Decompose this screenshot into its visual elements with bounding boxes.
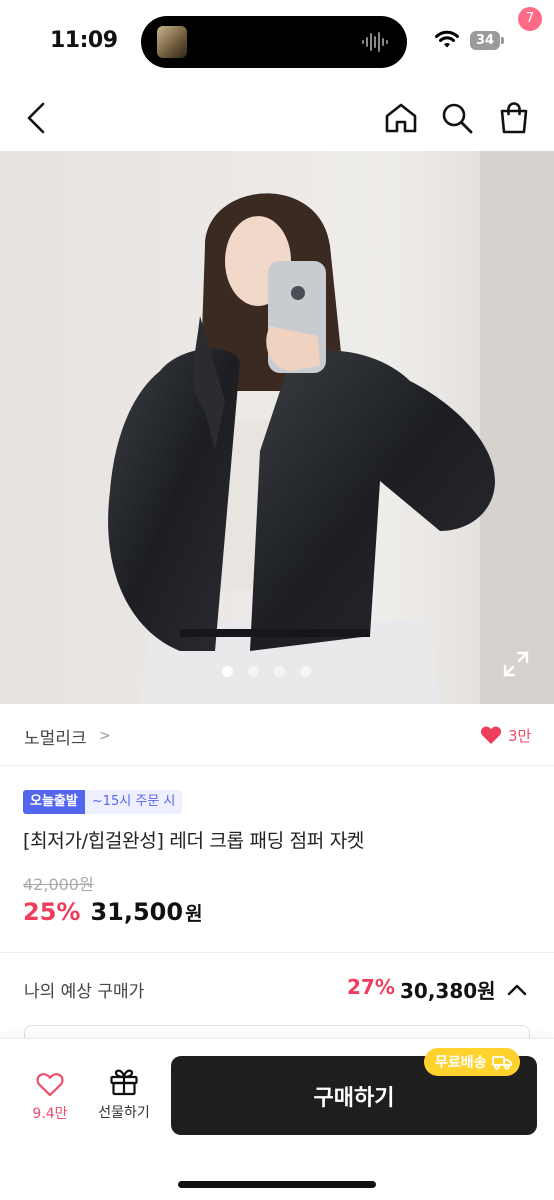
wishlist-count: 9.4만 (32, 1106, 68, 1122)
heart-filled-icon (480, 726, 502, 744)
audio-wave-icon (362, 32, 388, 52)
now-playing-thumbnail (157, 26, 187, 58)
price-row: 25% 31,500 원 (23, 898, 203, 930)
home-icon (385, 103, 417, 133)
product-title: [최저가/힙걸완성] 레더 크롭 패딩 점퍼 자켓 (23, 830, 365, 852)
expand-image-button[interactable] (500, 648, 532, 680)
product-photo (0, 151, 554, 704)
search-icon (442, 103, 473, 134)
truck-icon (491, 1056, 512, 1070)
sale-price: 31,500 (90, 898, 184, 926)
cart-button[interactable] (494, 96, 534, 140)
today-shipping-badge: 오늘출발 (23, 790, 85, 814)
brand-like-count: 3만 (508, 726, 532, 745)
gallery-dot[interactable] (248, 666, 259, 677)
expand-icon (503, 651, 529, 677)
status-time: 11:09 (50, 28, 118, 53)
product-image[interactable] (0, 151, 554, 704)
search-button[interactable] (437, 96, 477, 140)
battery-level: 34 (475, 33, 495, 48)
shopping-bag-icon (500, 102, 528, 134)
discount-rate: 25% (23, 898, 81, 926)
home-indicator (178, 1181, 376, 1188)
delivery-tags: 오늘출발 ~15시 주문 시 (23, 790, 183, 814)
gallery-pagination (222, 666, 312, 678)
currency-unit: 원 (185, 903, 203, 925)
expected-discount-rate: 27% (347, 975, 395, 999)
top-nav (0, 88, 554, 148)
dynamic-island (141, 16, 407, 68)
brand-row: 노멀리크 > 3만 (0, 704, 554, 766)
expected-price: 30,380원 (400, 979, 496, 1003)
gallery-dot[interactable] (300, 666, 311, 677)
original-price: 42,000원 (23, 875, 94, 894)
gift-icon (110, 1069, 138, 1096)
cart-count-badge: 7 (518, 7, 542, 31)
chevron-left-icon (27, 102, 45, 134)
wifi-icon (435, 30, 459, 48)
chevron-right-icon: > (99, 728, 111, 744)
gallery-dot[interactable] (222, 666, 233, 677)
gallery-dot[interactable] (274, 666, 285, 677)
chevron-up-icon[interactable] (504, 977, 530, 1003)
free-shipping-label: 무료배송 (435, 1055, 487, 1071)
status-bar: 11:09 34 (0, 0, 554, 80)
gift-button[interactable]: 선물하기 (90, 1068, 158, 1128)
heart-outline-icon (36, 1073, 64, 1097)
home-button[interactable] (381, 96, 421, 140)
expected-price-label: 나의 예상 구매가 (24, 982, 145, 1002)
battery-indicator: 34 (470, 31, 504, 50)
brand-like-button[interactable]: 3만 (480, 722, 531, 748)
order-cutoff-badge: ~15시 주문 시 (84, 790, 183, 814)
expected-price-row[interactable]: 나의 예상 구매가 27% 30,380원 (0, 953, 554, 1025)
gift-label: 선물하기 (98, 1105, 150, 1121)
back-button[interactable] (16, 96, 56, 140)
brand-name-link[interactable]: 노멀리크 (24, 724, 87, 749)
free-shipping-badge: 무료배송 (424, 1048, 520, 1076)
battery-cap (501, 37, 504, 44)
wishlist-button[interactable]: 9.4만 (22, 1072, 78, 1128)
